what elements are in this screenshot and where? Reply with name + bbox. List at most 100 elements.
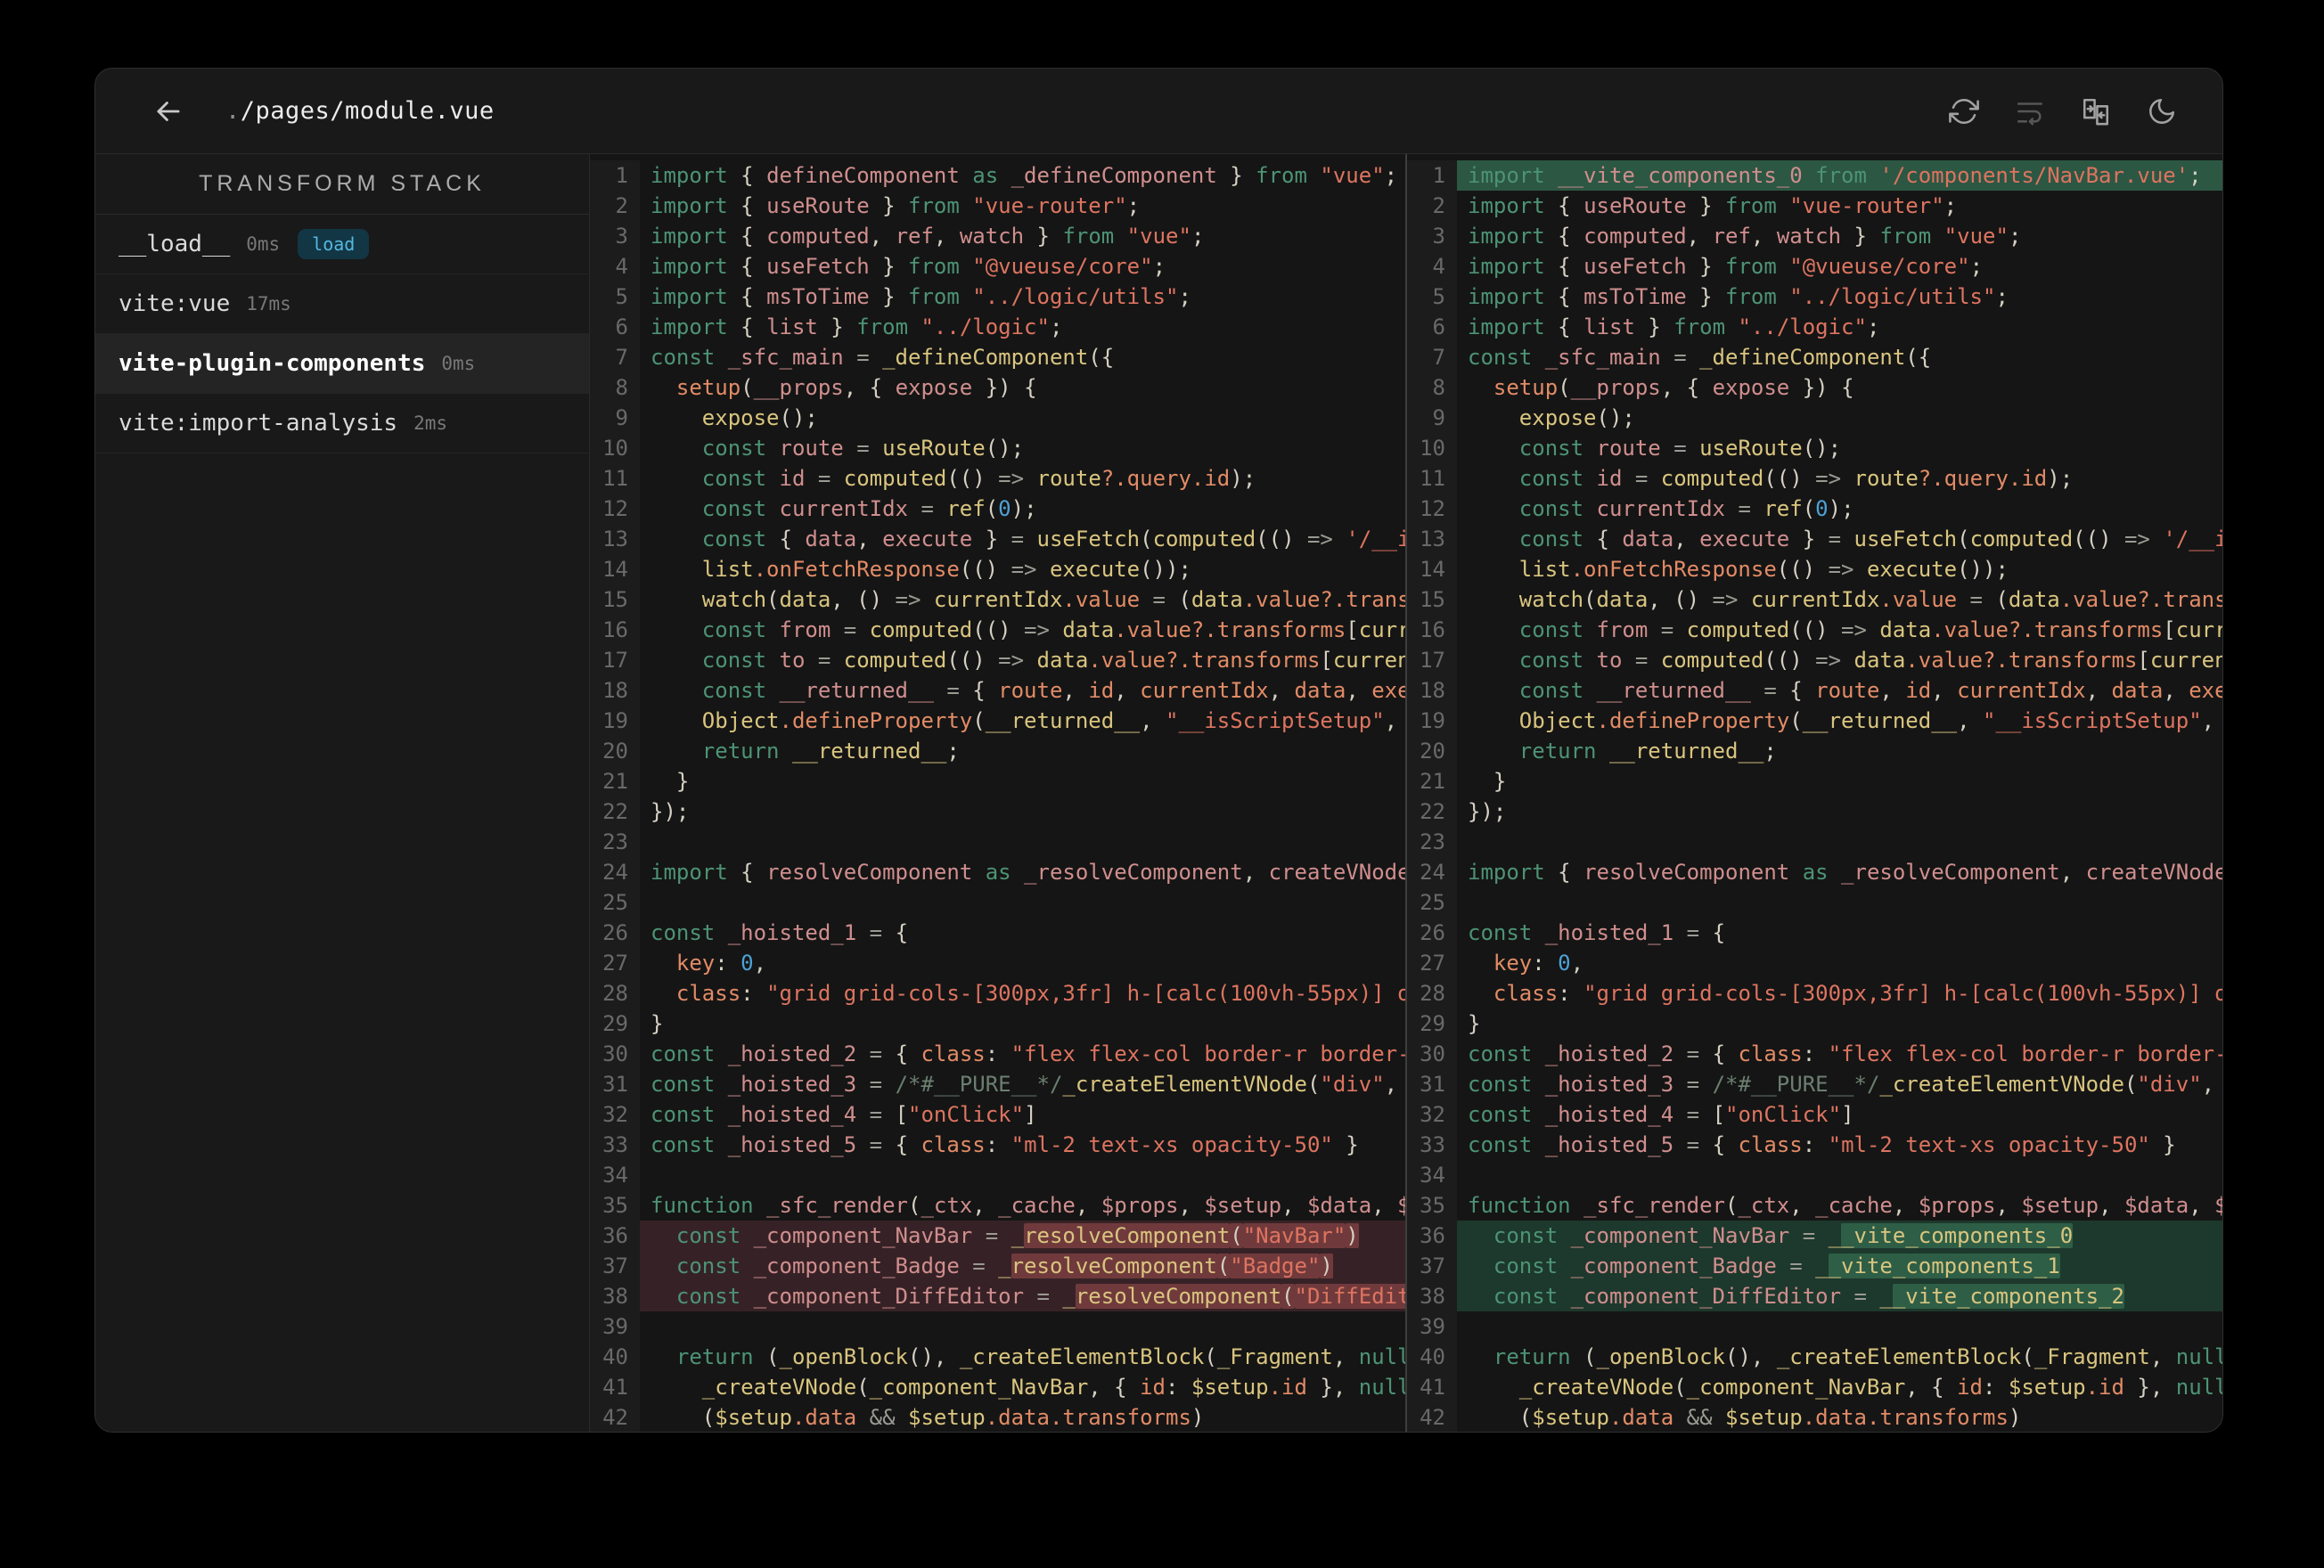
code-line: 8 setup(__props, { expose }) { [1407,372,2222,403]
code-token: "div" [2137,1072,2202,1097]
code-token: resolveComponent [766,860,973,885]
code-token: __vite_components_0 [1544,163,1803,188]
diff-pane-before[interactable]: 1 import { defineComponent as _defineComp… [590,154,1405,1432]
code-token: => [1815,466,1854,491]
line-number: 7 [1407,342,1457,372]
code-token: => [2124,527,2164,551]
transform-stack-item-vite-plugin-components[interactable]: vite-plugin-components 0ms [95,334,589,394]
code-token: currentIdx [1358,617,1405,642]
code-token: , [1332,1344,1359,1369]
code-token: msToTime [1583,284,1687,309]
line-number: 34 [1407,1160,1457,1190]
code-token: _createElementBlock [959,1344,1205,1369]
line-number: 26 [590,918,640,948]
line-number: 6 [590,312,640,342]
code-token: const [675,1223,741,1248]
code-token: , { [1660,375,1713,400]
line-number: 42 [1407,1402,1457,1432]
line-number: 5 [1407,282,1457,312]
code-token: (() [946,648,999,673]
code-token: => [1828,557,1867,582]
line-number: 37 [1407,1251,1457,1281]
code-token: } [1686,254,1726,279]
code-token: _component_NavBar [1686,1375,1906,1400]
wrap-lines-icon[interactable] [2010,92,2050,131]
code-line: 37 const _component_Badge = __vite_compo… [1407,1251,2222,1281]
code-line: 11 const id = computed(() => route?.quer… [590,463,1405,494]
code-text: import { defineComponent as _defineCompo… [640,160,1405,191]
code-text: function _sfc_render(_ctx, _cache, $prop… [640,1190,1405,1221]
line-number: 34 [590,1160,640,1190]
main-content: TRANSFORM STACK __load__ 0ms load vite:vue 1… [95,154,2222,1432]
code-token: ; [1995,284,2009,309]
code-token: ); [1230,466,1256,491]
code-token: data [1062,617,1115,642]
code-token: __returned__ [766,678,934,703]
code-token: __returned__ [779,739,947,764]
code-text: const __returned__ = { route, id, curren… [640,675,1405,706]
code-text: return (_openBlock(), _createElementBloc… [640,1342,1405,1372]
line-number: 33 [1407,1130,1457,1160]
code-token: : [985,1041,1011,1066]
line-number: 33 [590,1130,640,1160]
refresh-icon[interactable] [1944,92,1984,131]
code-token: from [1256,163,1307,188]
code-token: = [1725,496,1764,521]
code-line: 33 const _hoisted_5 = { class: "ml-2 text… [590,1130,1405,1160]
code-token: } [869,284,909,309]
code-token: && [856,1405,908,1430]
plugin-time: 0ms [246,233,281,255]
line-number: 29 [1407,1009,1457,1039]
code-token: "ml-2 text-xs opacity-50" [1011,1132,1333,1157]
code-token: watch [1518,587,1584,612]
code-line: 18 const __returned__ = { route, id, cur… [1407,675,2222,706]
code-token: class [675,981,741,1006]
line-number: 23 [590,827,640,857]
transform-stack-item-vite-vue[interactable]: vite:vue 17ms [95,274,589,334]
code-token: route [1815,678,1880,703]
code-token: ref [1712,224,1751,249]
back-button[interactable] [147,90,190,133]
code-token: ) [1346,1223,1359,1248]
code-token: ({ [1905,345,1932,370]
transform-stack-item--load-[interactable]: __load__ 0ms load [95,215,589,274]
code-token: => [1815,648,1854,673]
code-token: currentIdx [2175,617,2222,642]
code-text: import { msToTime } from "../logic/utils… [640,282,1405,312]
code-token: _resolveComponent [1024,860,1243,885]
dark-mode-icon[interactable] [2142,92,2181,131]
code-token: id [1088,678,1115,703]
code-token: .value?.transforms [1905,648,2138,673]
line-number: 1 [1407,160,1457,191]
code-token: useFetch [1583,254,1687,279]
code-token: (() [1763,648,1816,673]
code-text: setup(__props, { expose }) { [1457,372,2222,403]
code-token: _component_DiffEditor [1558,1284,1842,1309]
code-token: .id [2085,1375,2124,1400]
arrow-left-icon [157,101,180,121]
code-token: : [1532,951,1559,976]
code-token: = [805,466,844,491]
code-token: ; [1152,254,1166,279]
code-line: 26 const _hoisted_1 = { [590,918,1405,948]
diff-pane-after[interactable]: 1 import __vite_components_0 from '/compo… [1407,154,2222,1432]
line-number: 12 [1407,494,1457,524]
line-number: 8 [1407,372,1457,403]
line-number: 20 [590,736,640,766]
code-token: return [1493,1344,1571,1369]
code-token: _createVNode [701,1375,857,1400]
code-token: ; [1178,284,1191,309]
code-token: } [972,527,1011,551]
code-token: const [1518,496,1584,521]
code-token: watch [959,224,1025,249]
diff-view-icon[interactable] [2076,92,2115,131]
line-number: 3 [590,221,640,251]
code-token: (); [985,436,1025,461]
code-token: , [1268,678,1295,703]
code-token: , [2189,1193,2215,1218]
transform-stack-item-vite-import-analysis[interactable]: vite:import-analysis 2ms [95,394,589,453]
